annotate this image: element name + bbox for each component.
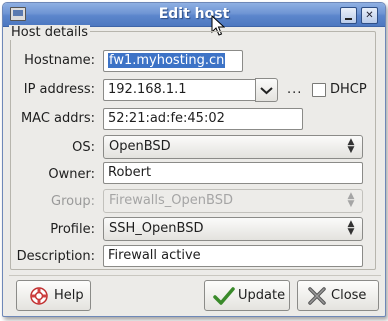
profile-label: Profile: — [50, 222, 95, 237]
ip-address-field[interactable]: 192.168.1.1 — [103, 79, 256, 101]
window-title: Edit host — [158, 6, 230, 22]
owner-label: Owner: — [48, 167, 95, 182]
hostname-value: fw1.myhosting.cn — [108, 53, 226, 68]
description-field[interactable]: Firewall active — [103, 245, 363, 267]
close-x-icon — [308, 287, 326, 305]
os-label: OS: — [72, 140, 95, 155]
ip-address-value: 192.168.1.1 — [108, 82, 187, 97]
ip-address-label: IP address: — [23, 82, 95, 97]
close-button[interactable]: Close — [297, 280, 379, 311]
group-label: Group: — [51, 194, 95, 209]
checkmark-icon — [213, 287, 235, 305]
ip-dropdown-button[interactable] — [255, 78, 278, 102]
close-label: Close — [331, 288, 367, 303]
combo-arrows-icon: ▲ ▼ — [347, 219, 355, 237]
separator — [9, 275, 381, 276]
profile-value: SSH_OpenBSD — [109, 221, 204, 236]
mac-address-value: 52:21:ad:fe:45:02 — [108, 111, 225, 126]
frame-label: Host details — [9, 25, 91, 40]
profile-combo[interactable]: SSH_OpenBSD ▲ ▼ — [103, 217, 363, 241]
combo-arrows-icon: ▲ ▼ — [347, 137, 355, 155]
hostname-field[interactable]: fw1.myhosting.cn — [103, 50, 243, 72]
minimize-button[interactable] — [340, 7, 357, 24]
hostname-label: Hostname: — [24, 53, 95, 68]
os-value: OpenBSD — [109, 139, 171, 154]
dhcp-checkbox[interactable] — [312, 83, 326, 97]
close-window-button[interactable]: ✕ — [361, 7, 378, 24]
description-value: Firewall active — [108, 248, 201, 263]
titlebar[interactable]: Edit host ✕ — [3, 3, 385, 27]
description-label: Description: — [16, 249, 95, 264]
chevron-down-icon — [260, 87, 273, 95]
help-label: Help — [54, 288, 84, 303]
dhcp-label[interactable]: DHCP — [330, 82, 367, 97]
mac-address-label: MAC addrs: — [20, 111, 95, 126]
update-button[interactable]: Update — [204, 280, 290, 311]
group-value: Firewalls_OpenBSD — [109, 193, 233, 208]
edit-host-dialog: Edit host ✕ Host details Hostname: fw1.m… — [2, 2, 386, 317]
owner-field[interactable]: Robert — [103, 162, 363, 184]
help-button[interactable]: Help — [16, 280, 91, 311]
mac-address-field[interactable]: 52:21:ad:fe:45:02 — [103, 108, 303, 130]
ip-more-button[interactable]: ... — [287, 82, 302, 97]
combo-arrows-icon: ▲ ▼ — [347, 191, 355, 209]
help-lifebuoy-icon — [30, 287, 48, 305]
os-combo[interactable]: OpenBSD ▲ ▼ — [103, 135, 363, 159]
owner-value: Robert — [108, 165, 152, 180]
group-combo: Firewalls_OpenBSD ▲ ▼ — [103, 189, 363, 213]
update-label: Update — [238, 288, 286, 303]
